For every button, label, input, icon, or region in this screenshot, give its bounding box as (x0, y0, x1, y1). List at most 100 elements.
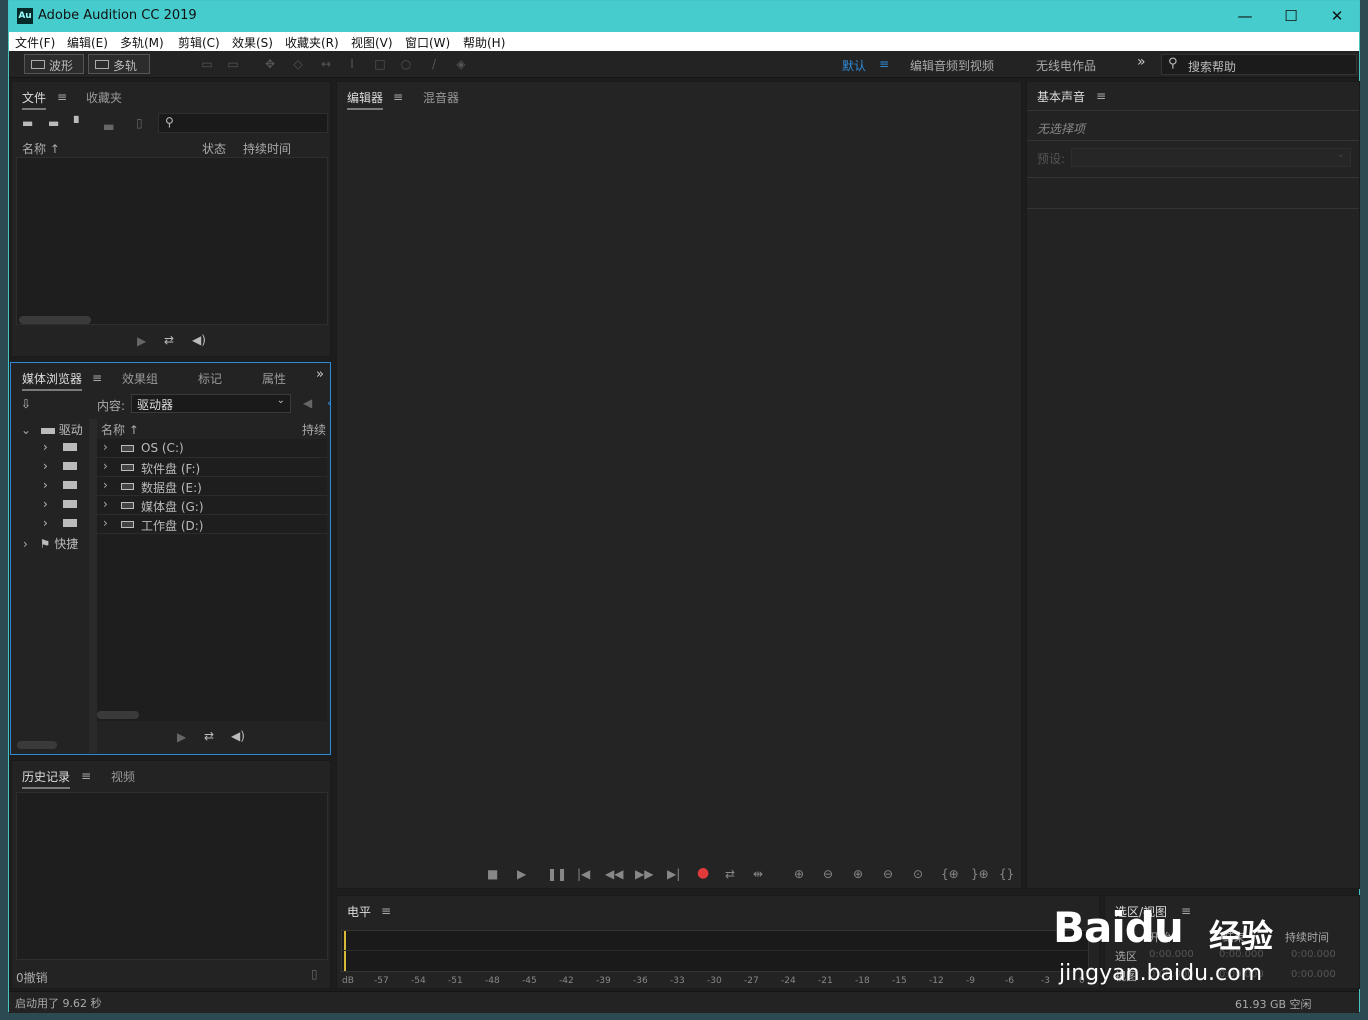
media-browser-menu-icon[interactable]: ≡ (92, 371, 102, 385)
files-column-status[interactable]: 状态 (202, 140, 226, 157)
files-column-duration[interactable]: 持续时间 (243, 140, 291, 157)
marquee-tool-icon[interactable]: □ (373, 57, 387, 71)
autoplay-icon[interactable]: ◀) (231, 729, 245, 743)
zoom-out-time-icon[interactable]: ⊖ (883, 867, 893, 881)
workspace-radio-production[interactable]: 无线电作品 (1036, 57, 1096, 74)
tab-properties[interactable]: 属性 (262, 370, 286, 387)
drive-row-f[interactable]: › 软件盘 (F:) (97, 458, 327, 477)
waveform-view-button[interactable]: 波形 (24, 54, 84, 74)
workspace-edit-audio-to-video[interactable]: 编辑音频到视频 (910, 57, 994, 74)
drive-row-g[interactable]: › 媒体盘 (G:) (97, 496, 327, 515)
spectral-frequency-icon[interactable]: ▭ (200, 57, 214, 71)
tab-effects-rack[interactable]: 效果组 (122, 370, 158, 387)
tree-drive-2[interactable]: › (43, 459, 48, 478)
help-search-input[interactable]: ⚲ 搜索帮助 (1161, 54, 1357, 75)
loop-preview-icon[interactable]: ⇄ (164, 333, 174, 347)
menu-favorites[interactable]: 收藏夹(R) (285, 34, 339, 51)
insert-into-multitrack-icon[interactable]: ▃ (104, 116, 113, 130)
files-search-input[interactable]: ⚲ (158, 113, 328, 133)
zoom-out-amplitude-icon[interactable]: ⊖ (823, 867, 833, 881)
workspace-menu-icon[interactable]: ≡ (879, 57, 889, 71)
view-start-value[interactable]: 0:00.000 (1149, 969, 1194, 980)
import-file-icon[interactable]: ▬ (48, 116, 59, 130)
menu-help[interactable]: 帮助(H) (463, 34, 505, 51)
move-tool-icon[interactable]: ✥ (263, 57, 277, 71)
history-panel-menu-icon[interactable]: ≡ (81, 769, 91, 783)
drive-row-e[interactable]: › 数据盘 (E:) (97, 477, 327, 496)
tree-drive-3[interactable]: › (43, 478, 48, 497)
menu-view[interactable]: 视图(V) (351, 34, 393, 51)
files-column-name[interactable]: 名称 ↑ (22, 140, 60, 157)
view-end-value[interactable]: 0:00.000 (1219, 969, 1264, 980)
minimize-button[interactable]: — (1225, 5, 1265, 27)
play-preview-icon[interactable]: ▶ (137, 334, 146, 348)
lasso-tool-icon[interactable]: ○ (399, 57, 413, 71)
rewind-icon[interactable]: ◀◀ (605, 867, 623, 881)
tab-files[interactable]: 文件 (22, 89, 47, 110)
download-icon[interactable]: ⇩ (21, 397, 31, 411)
view-duration-value[interactable]: 0:00.000 (1291, 969, 1336, 980)
sel-end-value[interactable]: 0:00.000 (1219, 949, 1264, 960)
go-to-end-icon[interactable]: ▶| (667, 867, 680, 881)
multitrack-view-button[interactable]: 多轨 (88, 54, 150, 74)
tree-shortcuts[interactable]: › ⚑ 快捷 (23, 535, 78, 554)
tab-editor[interactable]: 编辑器 (347, 89, 384, 110)
tab-markers[interactable]: 标记 (198, 370, 222, 387)
fast-forward-icon[interactable]: ▶▶ (635, 867, 653, 881)
skip-selection-icon[interactable]: ⇹ (753, 867, 763, 881)
spectral-pitch-icon[interactable]: ▭ (226, 57, 240, 71)
slip-tool-icon[interactable]: ↔ (319, 57, 333, 71)
sel-duration-value[interactable]: 0:00.000 (1291, 949, 1336, 960)
workspace-default[interactable]: 默认 (842, 57, 866, 74)
zoom-to-selection-icon[interactable]: {} (999, 867, 1014, 881)
record-icon[interactable]: ● (697, 865, 709, 881)
sel-start-value[interactable]: 0:00.000 (1149, 949, 1194, 960)
drive-row-d[interactable]: › 工作盘 (D:) (97, 515, 327, 534)
razor-tool-icon[interactable]: ◇ (291, 57, 305, 71)
media-column-duration[interactable]: 持续 (302, 421, 326, 438)
media-column-name[interactable]: 名称 ↑ (101, 421, 139, 438)
menu-window[interactable]: 窗口(W) (405, 34, 450, 51)
workspace-overflow-button[interactable]: » (1137, 54, 1146, 70)
zoom-in-at-end-icon[interactable]: }⊕ (971, 867, 989, 881)
back-arrow-icon[interactable]: ◀ (303, 396, 312, 410)
play-preview-icon[interactable]: ▶ (177, 730, 186, 744)
menu-effects[interactable]: 效果(S) (232, 34, 273, 51)
tree-splitter[interactable] (89, 419, 97, 753)
trash-icon[interactable]: ▯ (311, 967, 318, 981)
autoplay-icon[interactable]: ◀) (192, 333, 206, 347)
play-icon[interactable]: ▶ (517, 867, 526, 881)
new-file-icon[interactable]: ▘ (74, 116, 83, 130)
zoom-in-time-icon[interactable]: ⊕ (853, 867, 863, 881)
pause-icon[interactable]: ❚❚ (547, 867, 567, 881)
maximize-button[interactable]: ☐ (1271, 5, 1311, 27)
menu-file[interactable]: 文件(F) (15, 34, 55, 51)
level-meter-title[interactable]: 电平 (347, 903, 371, 922)
menu-multitrack[interactable]: 多轨(M) (120, 34, 164, 51)
selection-view-menu-icon[interactable]: ≡ (1181, 904, 1191, 918)
level-meter-menu-icon[interactable]: ≡ (381, 904, 391, 918)
zoom-in-amplitude-icon[interactable]: ⊕ (794, 867, 804, 881)
essential-sound-title[interactable]: 基本声音 (1037, 88, 1085, 107)
close-button[interactable]: ✕ (1317, 5, 1357, 27)
tab-media-browser[interactable]: 媒体浏览器 (22, 370, 83, 391)
files-scrollbar[interactable] (19, 316, 91, 324)
tree-drive-4[interactable]: › (43, 497, 48, 516)
files-panel-menu-icon[interactable]: ≡ (57, 90, 67, 104)
zoom-out-full-icon[interactable]: ⊙ (913, 867, 923, 881)
spot-healing-tool-icon[interactable]: ◈ (454, 57, 468, 71)
selection-view-title[interactable]: 选区/视图 (1115, 903, 1167, 922)
tree-drives-root[interactable]: ⌄ 驱动 (21, 421, 83, 440)
loop-preview-icon[interactable]: ⇄ (204, 729, 214, 743)
tree-drive-5[interactable]: › (43, 516, 48, 535)
menu-edit[interactable]: 编辑(E) (67, 34, 108, 51)
drives-list-scrollbar[interactable] (97, 711, 139, 719)
stop-icon[interactable]: ■ (487, 867, 498, 881)
tab-favorites[interactable]: 收藏夹 (86, 89, 122, 106)
open-file-icon[interactable]: ▬ (22, 116, 33, 130)
content-select[interactable]: 驱动器 ⌄ (131, 394, 291, 413)
editor-panel-menu-icon[interactable]: ≡ (393, 90, 403, 104)
media-browser-overflow-button[interactable]: » (316, 367, 324, 382)
preset-select[interactable]: ⌄ (1071, 148, 1351, 167)
loop-playback-icon[interactable]: ⇄ (725, 867, 735, 881)
